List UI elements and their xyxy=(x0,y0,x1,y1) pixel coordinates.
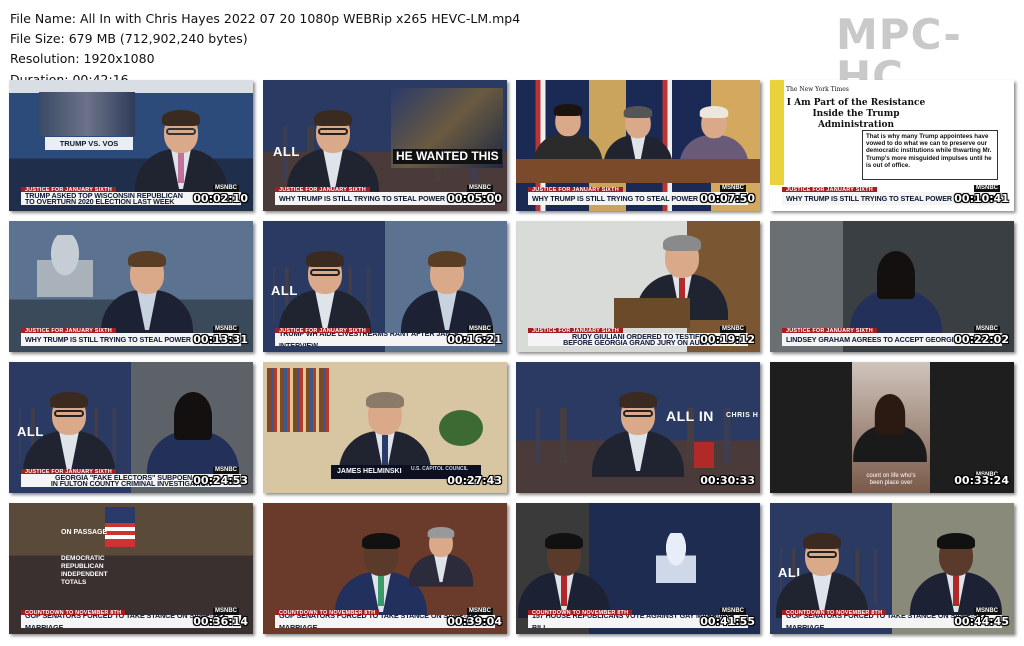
msnbc-bug: MSNBC xyxy=(974,185,1000,192)
thumbnail-11[interactable]: ALL IN CHRIS H 00:30:33 xyxy=(516,362,760,493)
timestamp: 00:02:10 xyxy=(193,192,248,205)
anchor-person xyxy=(285,110,381,195)
thumbnail-8[interactable]: JUSTICE FOR JANUARY SIXTH MSNBC LINDSEY … xyxy=(770,221,1014,352)
thumbnail-15[interactable]: COUNTDOWN TO NOVEMBER 8TH MSNBC 157 HOUS… xyxy=(516,503,760,634)
msnbc-bug: MSNBC xyxy=(974,326,1000,333)
thumbnail-1[interactable]: TRUMP VS. VOS JUSTICE FOR JANUARY SIXTH … xyxy=(9,80,253,211)
committee-member xyxy=(602,106,674,170)
capitol-dome xyxy=(656,533,696,583)
msnbc-bug: MSNBC xyxy=(467,185,493,192)
overlay-headline: HE WANTED THIS xyxy=(393,149,502,164)
bookshelf xyxy=(267,368,329,432)
guest-name: JAMES HELMINSKI xyxy=(337,468,402,475)
thumbnail-9[interactable]: ALL JUSTICE FOR JANUARY SIXTH MSNBC GEOR… xyxy=(9,362,253,493)
vote-row: INDEPENDENT xyxy=(61,571,108,578)
timestamp: 00:39:04 xyxy=(447,615,502,628)
timestamp: 00:07:50 xyxy=(700,192,755,205)
timestamp: 00:10:41 xyxy=(954,192,1009,205)
timestamp: 00:19:12 xyxy=(700,333,755,346)
vote-row: DEMOCRATIC xyxy=(61,555,105,562)
timestamp: 00:44:45 xyxy=(954,615,1009,628)
timestamp: 00:16:21 xyxy=(447,333,502,346)
msnbc-bug: MSNBC xyxy=(213,326,239,333)
set-panel xyxy=(694,442,714,468)
thumbnail-10[interactable]: JAMES HELMINSKI U.S. CAPITOL COUNCIL 00:… xyxy=(263,362,507,493)
msnbc-bug: MSNBC xyxy=(467,326,493,333)
newspaper-name: The New York Times xyxy=(786,86,849,93)
video-subtitle: count on life who's been place over xyxy=(866,473,916,486)
article-headline: I Am Part of the Resistance Inside the T… xyxy=(786,98,926,130)
quote-box: That is why many Trump appointees have v… xyxy=(862,130,998,180)
chyron-caption: TRUMP ASKED TOP WISCONSIN REPUBLICAN TO … xyxy=(25,192,183,205)
thumbnail-2[interactable]: ALL HE WANTED THIS JUSTICE FOR JANUARY S… xyxy=(263,80,507,211)
dais xyxy=(516,159,760,183)
committee-member xyxy=(678,106,750,170)
timestamp: 00:36:14 xyxy=(193,615,248,628)
vote-row: REPUBLICAN xyxy=(61,563,104,570)
msnbc-bug: MSNBC xyxy=(720,185,746,192)
thumbnail-6[interactable]: ALL JUSTICE FOR JANUARY SIXTH MSNBC TRUM… xyxy=(263,221,507,352)
thumbnail-7[interactable]: JUSTICE FOR JANUARY SIXTH MSNBC RUDY GIU… xyxy=(516,221,760,352)
vote-row: TOTALS xyxy=(61,579,87,586)
anchor-person xyxy=(277,251,373,336)
msnbc-bug: MSNBC xyxy=(213,185,239,192)
file-name-line: File Name: All In with Chris Hayes 2022 … xyxy=(10,11,521,26)
resolution-line: Resolution: 1920x1080 xyxy=(10,51,155,67)
guest-person xyxy=(99,251,195,336)
timestamp: 00:24:53 xyxy=(193,474,248,487)
flag xyxy=(105,507,135,547)
highlight-strip xyxy=(770,80,784,185)
thumbnail-14[interactable]: COUNTDOWN TO NOVEMBER 8TH MSNBC GOP SENA… xyxy=(263,503,507,634)
msnbc-bug: MSNBC xyxy=(720,608,746,615)
vote-title: ON PASSAGE xyxy=(61,529,108,536)
guest-person xyxy=(848,251,944,336)
msnbc-bug: MSNBC xyxy=(213,467,239,474)
member-person xyxy=(407,527,474,587)
guest-title: U.S. CAPITOL COUNCIL xyxy=(411,466,469,472)
thumbnail-3[interactable]: JUSTICE FOR JANUARY SIXTH MSNBC WHY TRUM… xyxy=(516,80,760,211)
msnbc-bug: MSNBC xyxy=(213,608,239,615)
msnbc-bug: MSNBC xyxy=(720,326,746,333)
timestamp: 00:41:55 xyxy=(700,615,755,628)
timestamp: 00:27:43 xyxy=(447,474,502,487)
thumbnail-4[interactable]: The New York Times I Am Part of the Resi… xyxy=(770,80,1014,211)
capitol-dome xyxy=(37,235,93,297)
guest-person xyxy=(337,392,433,477)
timestamp: 00:33:24 xyxy=(954,474,1009,487)
thumbnail-16[interactable]: ALL COUNTDOWN TO NOVEMBER 8TH MSNBC GOP … xyxy=(770,503,1014,634)
show-subtitle: CHRIS H xyxy=(726,412,759,419)
thumbnail-5[interactable]: JUSTICE FOR JANUARY SIXTH MSNBC WHY TRUM… xyxy=(9,221,253,352)
guest-person xyxy=(908,533,1004,618)
guest-person xyxy=(516,533,612,618)
anchor-person xyxy=(21,392,117,477)
guest-person xyxy=(399,251,495,336)
timestamp: 00:22:02 xyxy=(954,333,1009,346)
vertical-video: count on life who's been place over xyxy=(852,362,930,493)
timestamp: 00:05:00 xyxy=(447,192,502,205)
file-size-line: File Size: 679 MB (712,902,240 bytes) xyxy=(10,31,248,47)
inset-video xyxy=(39,92,135,136)
timestamp: 00:30:33 xyxy=(700,474,755,487)
msnbc-bug: MSNBC xyxy=(974,608,1000,615)
committee-member xyxy=(532,104,604,168)
speaker-person xyxy=(852,394,929,462)
vote-board: DEMOCRATIC REPUBLICAN INDEPENDENT TOTALS xyxy=(61,555,108,587)
msnbc-bug: MSNBC xyxy=(467,608,493,615)
file-info-panel: File Name: All In with Chris Hayes 2022 … xyxy=(10,9,610,90)
timestamp: 00:13:31 xyxy=(193,333,248,346)
thumbnail-12[interactable]: count on life who's been place over MSNB… xyxy=(770,362,1014,493)
inset-label: TRUMP VS. VOS xyxy=(45,137,133,150)
anchor-person xyxy=(133,110,229,195)
thumbnail-13[interactable]: ON PASSAGE DEMOCRATIC REPUBLICAN INDEPEN… xyxy=(9,503,253,634)
plant xyxy=(439,410,483,446)
guest-person xyxy=(145,392,241,477)
anchor-person xyxy=(774,533,870,618)
anchor-person xyxy=(590,392,686,477)
